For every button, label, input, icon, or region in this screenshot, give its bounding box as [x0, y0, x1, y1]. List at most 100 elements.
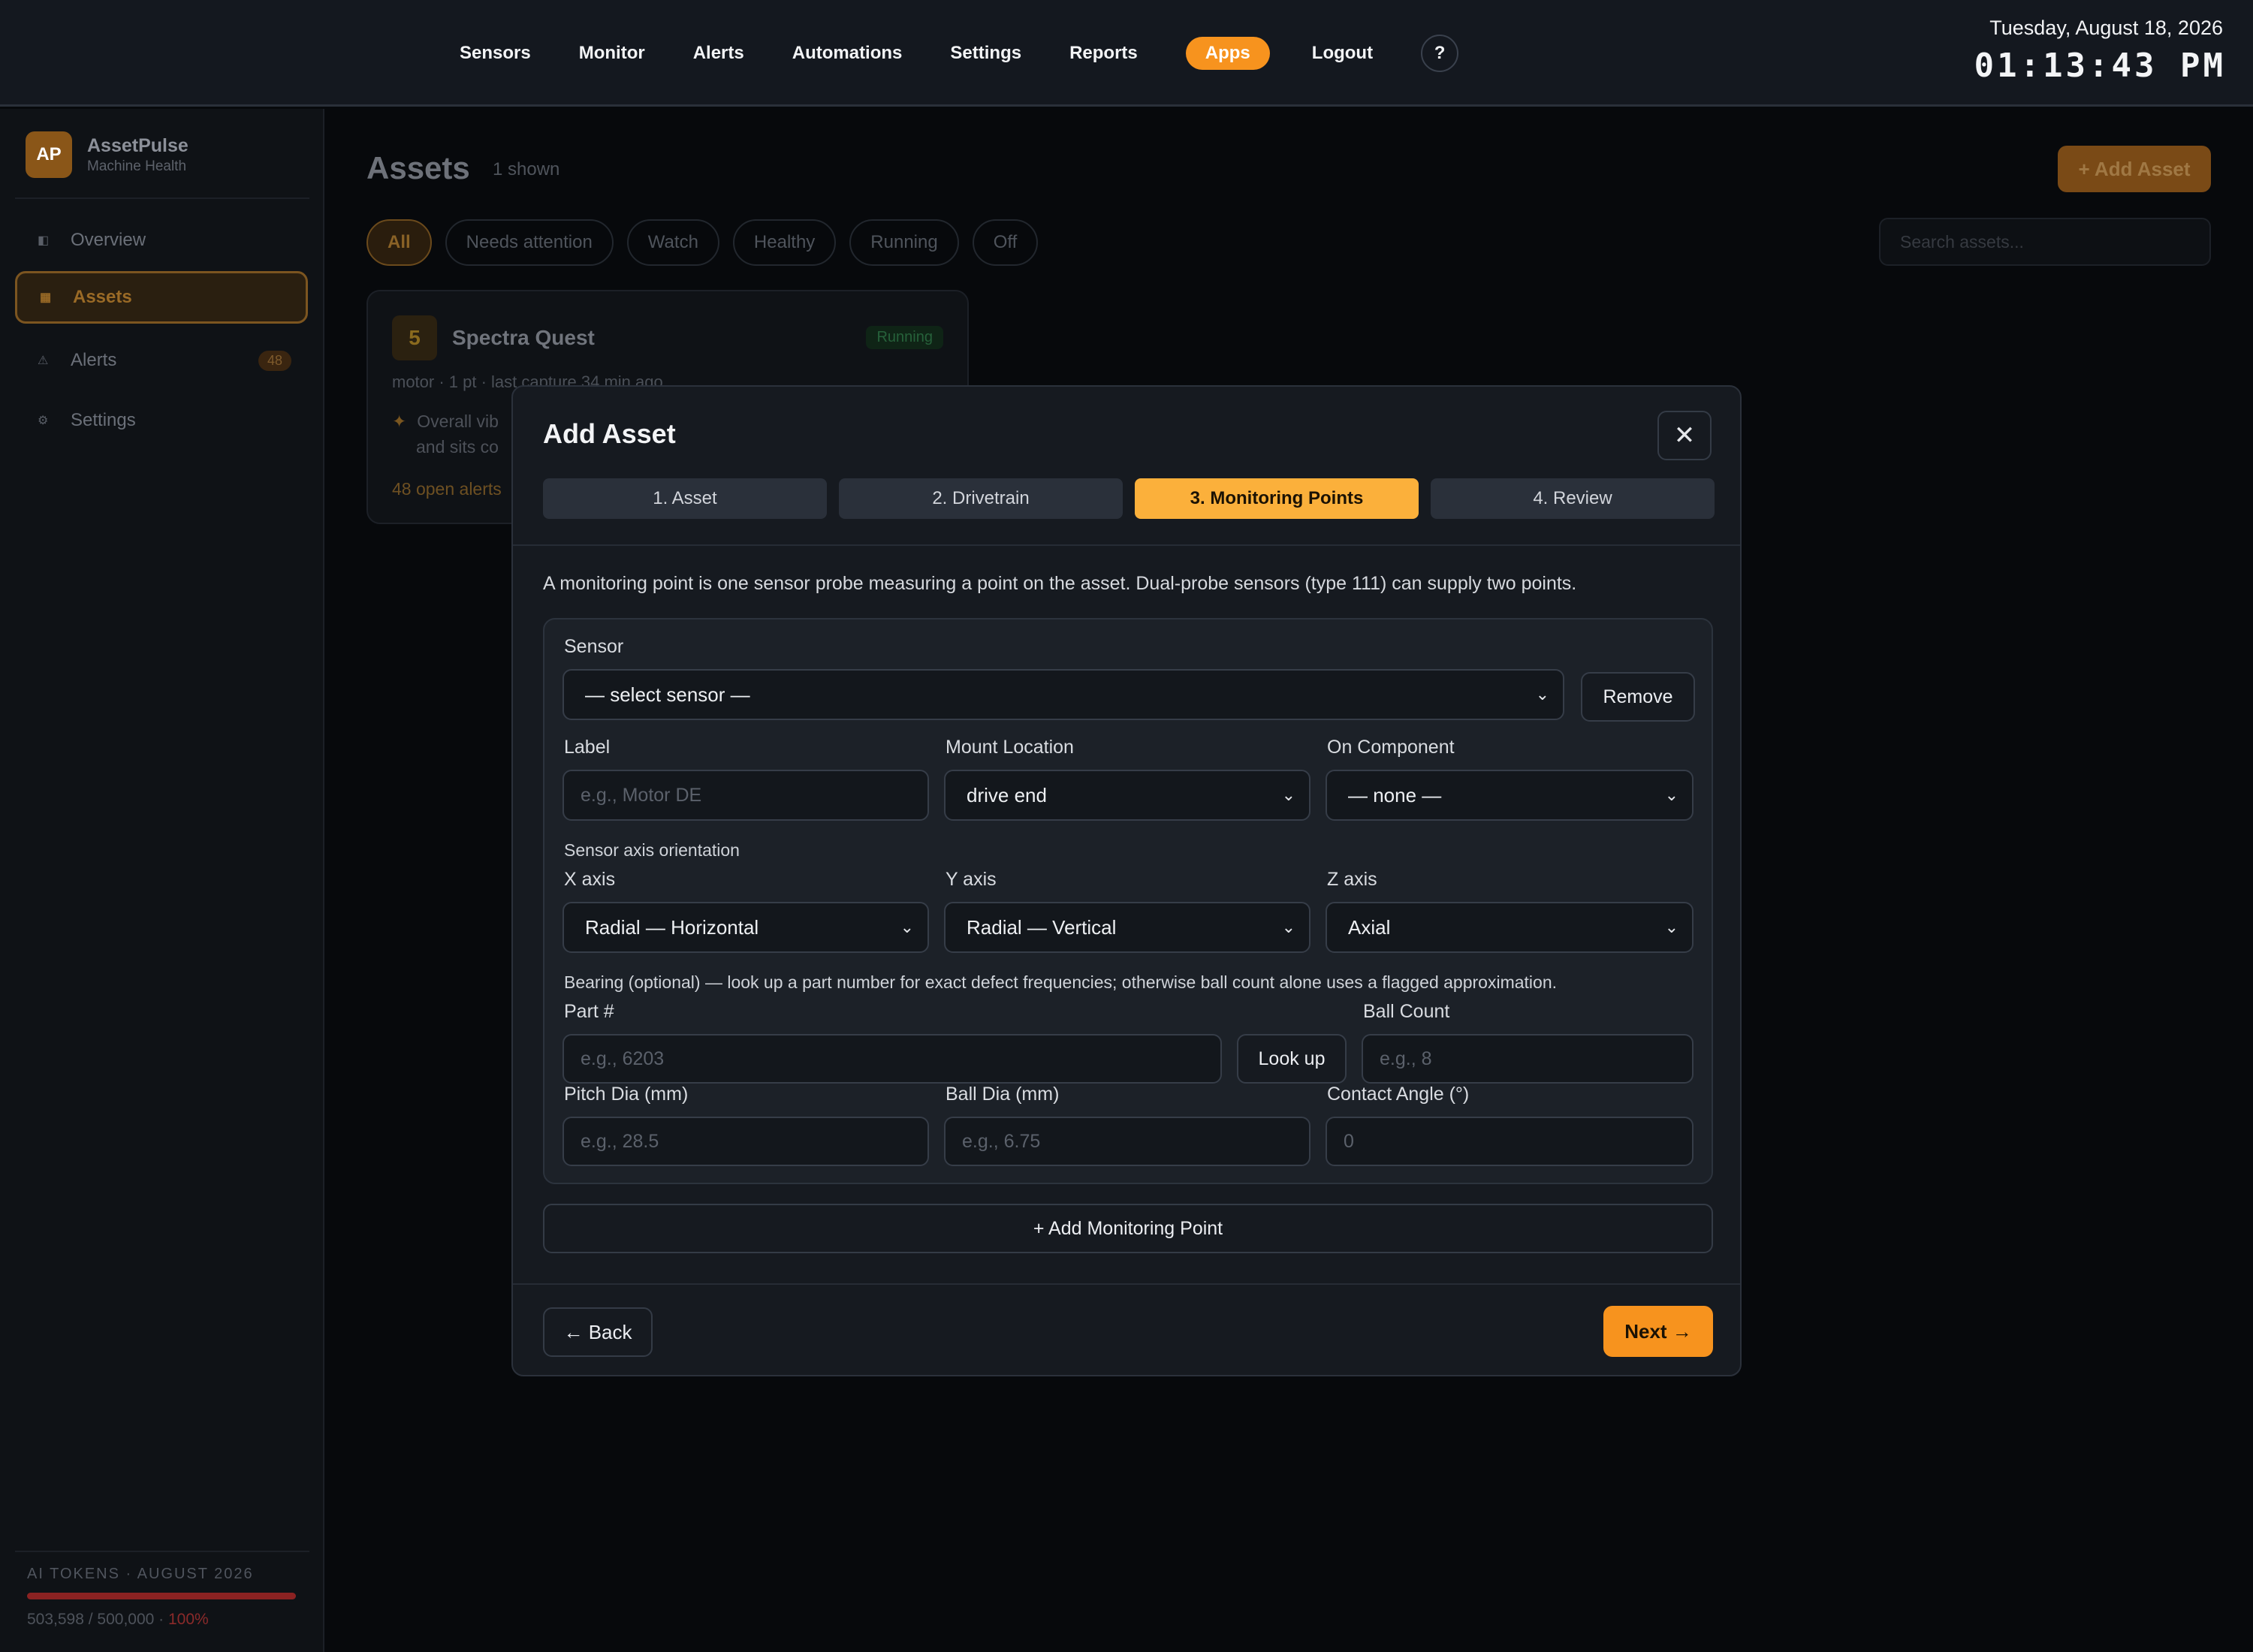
look-up-button[interactable]: Look up	[1237, 1034, 1347, 1084]
remove-point-button[interactable]: Remove	[1581, 672, 1695, 722]
close-icon[interactable]: ✕	[1657, 411, 1712, 460]
filter-running[interactable]: Running	[849, 219, 959, 266]
chevron-down-icon: ⌄	[900, 918, 914, 936]
brand-subtitle: Machine Health	[87, 158, 187, 174]
chevron-down-icon: ⌄	[1281, 918, 1295, 936]
nav-automations[interactable]: Automations	[792, 37, 903, 70]
back-button[interactable]: ← Back	[543, 1307, 653, 1357]
asset-note-line: Overall vib	[417, 411, 499, 431]
nav-settings[interactable]: Settings	[950, 37, 1021, 70]
sidebar-item-assets[interactable]: ▦ Assets	[15, 271, 308, 324]
current-date: Tuesday, August 18, 2026	[1989, 17, 2223, 39]
filter-healthy[interactable]: Healthy	[732, 219, 837, 266]
brand-text: AssetPulse Machine Health	[87, 135, 189, 175]
part-number-label: Part #	[564, 1001, 614, 1022]
z-axis-select[interactable]: Axial ⌄	[1326, 902, 1694, 953]
filter-chips: All Needs attention Watch Healthy Runnin…	[366, 219, 1051, 266]
asset-alerts-link[interactable]: 48 open alerts	[392, 479, 502, 499]
step-review[interactable]: 4. Review	[1431, 478, 1715, 519]
ai-tokens-usage: 503,598 / 500,000 · 100%	[27, 1611, 209, 1629]
main-nav: Sensors Monitor Alerts Automations Setti…	[460, 35, 1459, 72]
sidebar: AP AssetPulse Machine Health ◧ Overview …	[0, 109, 324, 1652]
add-asset-button[interactable]: + Add Asset	[2058, 146, 2211, 192]
sidebar-divider	[15, 197, 309, 199]
pitch-dia-input[interactable]: e.g., 28.5	[562, 1117, 929, 1166]
search-assets-input[interactable]: Search assets...	[1879, 218, 2211, 266]
monitoring-point-intro: A monitoring point is one sensor probe m…	[543, 573, 1577, 594]
ball-count-input[interactable]: e.g., 8	[1362, 1034, 1694, 1084]
sidebar-item-overview[interactable]: ◧ Overview	[15, 214, 308, 267]
filter-off[interactable]: Off	[972, 219, 1039, 266]
chevron-down-icon: ⌄	[1281, 785, 1295, 804]
ai-tokens-progress-fill	[27, 1593, 296, 1599]
contact-angle-input[interactable]: 0	[1326, 1117, 1694, 1166]
wizard-steps: 1. Asset 2. Drivetrain 3. Monitoring Poi…	[543, 478, 1715, 519]
contact-angle-label: Contact Angle (°)	[1327, 1084, 1470, 1105]
sensor-select-value: — select sensor —	[585, 683, 750, 706]
modal-footer-divider	[513, 1283, 1740, 1285]
gear-icon: ⚙	[38, 415, 49, 427]
nav-sensors[interactable]: Sensors	[460, 37, 531, 70]
sensor-label: Sensor	[564, 636, 624, 657]
sidebar-item-label: Assets	[73, 287, 132, 307]
axis-orientation-heading: Sensor axis orientation	[564, 840, 740, 860]
sidebar-item-label: Settings	[71, 410, 136, 430]
asset-name: Spectra Quest	[452, 326, 595, 349]
part-number-input[interactable]: e.g., 6203	[562, 1034, 1222, 1084]
filter-watch[interactable]: Watch	[626, 219, 719, 266]
nav-apps[interactable]: Apps	[1185, 37, 1270, 70]
x-axis-select[interactable]: Radial — Horizontal ⌄	[562, 902, 929, 953]
on-component-label: On Component	[1327, 737, 1455, 758]
brand-name: AssetPulse	[87, 134, 189, 156]
chevron-down-icon: ⌄	[1664, 918, 1678, 936]
asset-number: 5	[392, 315, 437, 360]
z-axis-value: Axial	[1348, 916, 1391, 939]
alert-triangle-icon: ⚠	[38, 354, 49, 367]
modal-divider	[513, 544, 1740, 546]
step-monitoring-points[interactable]: 3. Monitoring Points	[1135, 478, 1419, 519]
nav-monitor[interactable]: Monitor	[579, 37, 645, 70]
sidebar-footer-divider	[15, 1551, 309, 1552]
point-label-input[interactable]: e.g., Motor DE	[562, 770, 929, 821]
filter-all[interactable]: All	[366, 219, 432, 266]
y-axis-label: Y axis	[946, 869, 997, 890]
brand-logo: AP	[26, 131, 72, 178]
ai-tokens-count: 503,598 / 500,000 ·	[27, 1611, 168, 1628]
add-monitoring-point-button[interactable]: + Add Monitoring Point	[543, 1204, 1713, 1253]
ball-count-label: Ball Count	[1363, 1001, 1450, 1022]
mount-location-value: drive end	[967, 784, 1047, 806]
assets-icon: ▦	[40, 291, 52, 304]
bearing-note: Bearing (optional) — look up a part numb…	[564, 972, 1557, 992]
step-drivetrain[interactable]: 2. Drivetrain	[839, 478, 1123, 519]
nav-alerts[interactable]: Alerts	[693, 37, 744, 70]
chevron-down-icon: ⌄	[1535, 685, 1549, 704]
sensor-select[interactable]: — select sensor — ⌄	[562, 669, 1564, 720]
x-axis-value: Radial — Horizontal	[585, 916, 759, 939]
step-asset[interactable]: 1. Asset	[543, 478, 827, 519]
nav-reports[interactable]: Reports	[1069, 37, 1138, 70]
mount-location-label: Mount Location	[946, 737, 1074, 758]
sparkle-icon: ✦	[392, 411, 407, 431]
asset-note-line: and sits co	[416, 437, 499, 457]
sidebar-item-settings[interactable]: ⚙ Settings	[15, 394, 308, 447]
nav-logout[interactable]: Logout	[1312, 37, 1373, 70]
sidebar-item-alerts[interactable]: ⚠ Alerts 48	[15, 334, 308, 387]
chevron-down-icon: ⌄	[1664, 785, 1678, 804]
y-axis-value: Radial — Vertical	[967, 916, 1117, 939]
ball-dia-input[interactable]: e.g., 6.75	[944, 1117, 1310, 1166]
filter-needs-attention[interactable]: Needs attention	[445, 219, 614, 266]
y-axis-select[interactable]: Radial — Vertical ⌄	[944, 902, 1310, 953]
status-badge: Running	[866, 326, 943, 349]
current-time: 01:13:43 PM	[1974, 47, 2226, 85]
next-button[interactable]: Next →	[1603, 1306, 1713, 1357]
label-field-label: Label	[564, 737, 611, 758]
help-button[interactable]: ?	[1421, 35, 1459, 72]
asset-count: 1 shown	[493, 159, 560, 179]
add-asset-modal: Add Asset ✕ 1. Asset 2. Drivetrain 3. Mo…	[511, 385, 1742, 1376]
on-component-value: — none —	[1348, 784, 1442, 806]
mount-location-select[interactable]: drive end ⌄	[944, 770, 1310, 821]
on-component-select[interactable]: — none — ⌄	[1326, 770, 1694, 821]
x-axis-label: X axis	[564, 869, 616, 890]
pitch-dia-label: Pitch Dia (mm)	[564, 1084, 689, 1105]
sidebar-item-label: Overview	[71, 230, 146, 250]
